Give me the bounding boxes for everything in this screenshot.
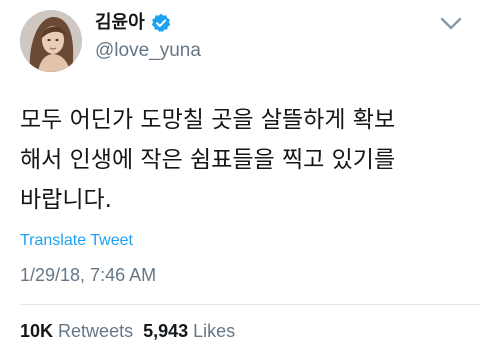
profile-photo-icon <box>20 10 82 72</box>
translate-tweet-link[interactable]: Translate Tweet <box>20 231 133 251</box>
tweet-timestamp: 1/29/18, 7:46 AM <box>20 265 157 285</box>
chevron-down-icon[interactable] <box>440 16 462 30</box>
retweets-stat[interactable]: 10K Retweets <box>20 321 133 341</box>
tweet-stats: 10K Retweets 5,943 Likes <box>20 320 235 342</box>
user-handle[interactable]: @love_yuna <box>95 40 201 62</box>
tweet-card: 김윤아 @love_yuna 모두 어딘가 도망칠 곳을 살뜰하게 확보 해서 … <box>0 0 480 352</box>
name-row: 김윤아 <box>95 12 171 34</box>
tweet-text-line: 모두 어딘가 도망칠 곳을 살뜰하게 확보 <box>20 107 396 133</box>
likes-label: Likes <box>193 321 236 341</box>
likes-stat[interactable]: 5,943 Likes <box>143 321 235 341</box>
likes-count: 5,943 <box>143 321 189 341</box>
tweet-text-line: 바랍니다. <box>20 187 112 213</box>
retweets-count: 10K <box>20 321 54 341</box>
avatar[interactable] <box>20 10 82 72</box>
retweets-label: Retweets <box>58 321 134 341</box>
display-name[interactable]: 김윤아 <box>95 12 145 34</box>
tweet-text: 모두 어딘가 도망칠 곳을 살뜰하게 확보 해서 인생에 작은 쉼표들을 찍고 … <box>20 100 465 220</box>
divider <box>20 304 480 305</box>
tweet-text-line: 해서 인생에 작은 쉼표들을 찍고 있기를 <box>20 147 396 173</box>
verified-badge-icon <box>151 13 171 33</box>
